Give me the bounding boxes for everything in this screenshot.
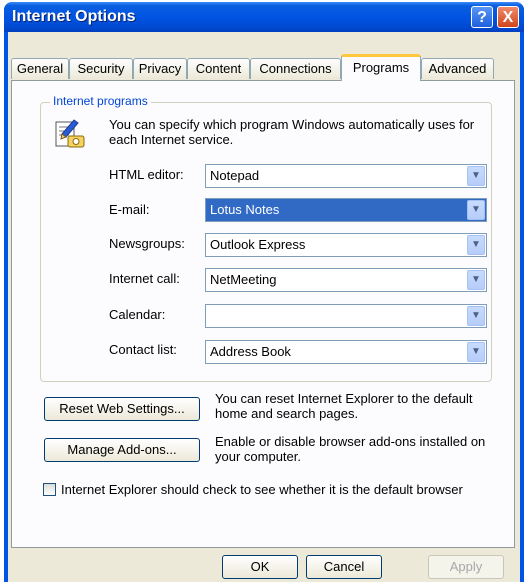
- newsgroups-label: Newsgroups:: [109, 236, 185, 251]
- program-settings-icon: [55, 119, 85, 148]
- chevron-down-icon[interactable]: ▼: [467, 200, 485, 220]
- email-value: Lotus Notes: [210, 202, 280, 217]
- html-editor-value: Notepad: [210, 168, 260, 183]
- default-browser-check-label[interactable]: Internet Explorer should check to see wh…: [61, 482, 463, 497]
- chevron-down-icon[interactable]: ▼: [467, 270, 485, 290]
- group-label: Internet programs: [50, 94, 151, 108]
- newsgroups-select[interactable]: Outlook Express ▼: [205, 233, 487, 257]
- window-title: Internet Options: [12, 8, 136, 25]
- addons-description: Enable or disable browser add-ons instal…: [215, 434, 486, 464]
- tab-privacy[interactable]: Privacy: [133, 58, 187, 79]
- tab-security[interactable]: Security: [69, 58, 133, 79]
- help-button[interactable]: ?: [471, 6, 493, 28]
- internet-call-select[interactable]: NetMeeting ▼: [205, 268, 487, 292]
- contact-list-select[interactable]: Address Book ▼: [205, 340, 487, 364]
- internet-call-value: NetMeeting: [210, 272, 277, 287]
- tab-content[interactable]: Content: [187, 58, 250, 79]
- tab-strip: General Security Privacy Content Connect…: [8, 32, 520, 82]
- chevron-down-icon[interactable]: ▼: [467, 166, 485, 186]
- default-browser-checkbox[interactable]: [43, 483, 56, 496]
- ok-button[interactable]: OK: [222, 555, 298, 579]
- title-bar[interactable]: Internet Options ? X: [4, 2, 524, 32]
- email-select[interactable]: Lotus Notes ▼: [205, 198, 487, 222]
- apply-button: Apply: [428, 555, 504, 579]
- email-label: E-mail:: [109, 202, 150, 217]
- manage-addons-button[interactable]: Manage Add-ons...: [44, 438, 200, 462]
- reset-description: You can reset Internet Explorer to the d…: [215, 391, 473, 421]
- tab-advanced[interactable]: Advanced: [421, 58, 494, 79]
- cancel-button[interactable]: Cancel: [306, 555, 382, 579]
- programs-intro-text: You can specify which program Windows au…: [109, 117, 475, 147]
- contact-list-label: Contact list:: [109, 342, 177, 357]
- tab-general[interactable]: General: [11, 58, 69, 79]
- chevron-down-icon[interactable]: ▼: [467, 235, 485, 255]
- chevron-down-icon[interactable]: ▼: [467, 342, 485, 362]
- html-editor-select[interactable]: Notepad ▼: [205, 164, 487, 188]
- tab-programs[interactable]: Programs: [341, 54, 421, 81]
- html-editor-label: HTML editor:: [109, 167, 184, 182]
- chevron-down-icon[interactable]: ▼: [467, 306, 485, 326]
- internet-call-label: Internet call:: [109, 271, 180, 286]
- calendar-label: Calendar:: [109, 307, 166, 322]
- tab-connections[interactable]: Connections: [250, 58, 341, 79]
- close-button[interactable]: X: [497, 6, 519, 28]
- contact-list-value: Address Book: [210, 344, 291, 359]
- newsgroups-value: Outlook Express: [210, 237, 306, 252]
- reset-web-settings-button[interactable]: Reset Web Settings...: [44, 397, 200, 421]
- calendar-select[interactable]: ▼: [205, 304, 487, 328]
